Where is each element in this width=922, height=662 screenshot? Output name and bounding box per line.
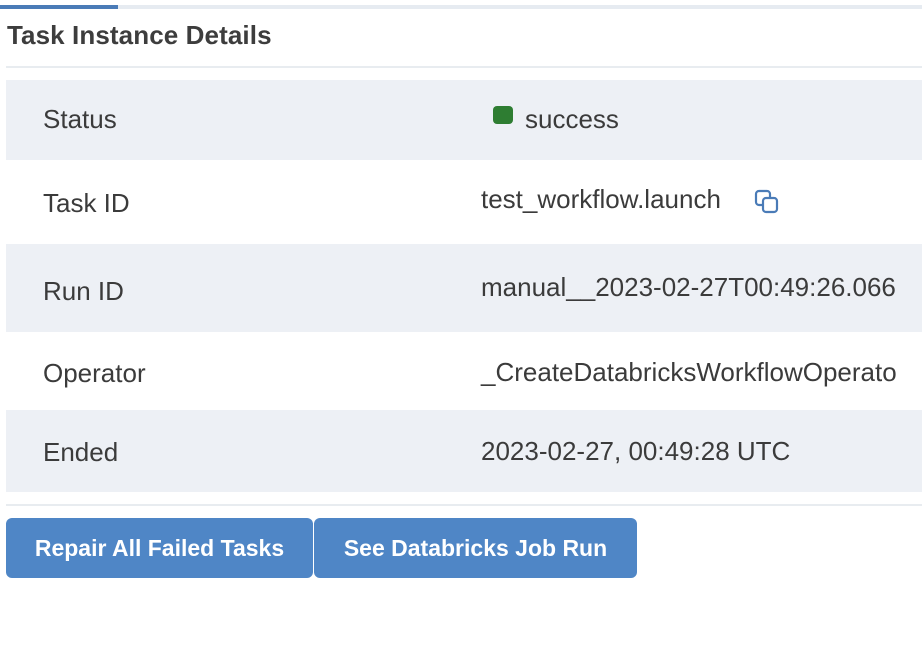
task-id-text: test_workflow.launch: [481, 184, 721, 214]
see-databricks-job-run-button[interactable]: See Databricks Job Run: [314, 518, 637, 578]
status-label: Status: [43, 104, 117, 134]
active-tab-indicator: [0, 5, 118, 9]
ended-value: 2023-02-27, 00:49:28 UTC: [481, 436, 791, 466]
copy-icon[interactable]: [753, 188, 781, 216]
ended-label: Ended: [43, 437, 119, 467]
operator-label: Operator: [43, 358, 146, 388]
details-table: Status success Task ID test_workflow.lau…: [6, 80, 922, 492]
table-row-task-id: Task ID test_workflow.launch: [6, 160, 922, 244]
task-id-value: test_workflow.launch: [481, 184, 779, 215]
status-indicator-icon: [493, 106, 513, 124]
tab-strip: [0, 5, 922, 9]
task-id-label: Task ID: [43, 188, 130, 218]
operator-value: _CreateDatabricksWorkflowOperato: [481, 357, 897, 387]
table-row-run-id: Run ID manual__2023-02-27T00:49:26.066: [6, 244, 922, 332]
repair-all-failed-tasks-button[interactable]: Repair All Failed Tasks: [6, 518, 313, 578]
run-id-value: manual__2023-02-27T00:49:26.066: [481, 272, 896, 302]
divider: [6, 504, 922, 506]
section-title: Task Instance Details: [7, 20, 272, 50]
run-id-label: Run ID: [43, 276, 124, 306]
status-text: success: [525, 104, 619, 134]
table-row-status: Status success: [6, 80, 922, 160]
table-row-ended: Ended 2023-02-27, 00:49:28 UTC: [6, 410, 922, 492]
table-row-operator: Operator _CreateDatabricksWorkflowOperat…: [6, 332, 922, 410]
task-instance-panel: Task Instance Details Status success Tas…: [0, 0, 922, 662]
divider: [6, 66, 922, 68]
